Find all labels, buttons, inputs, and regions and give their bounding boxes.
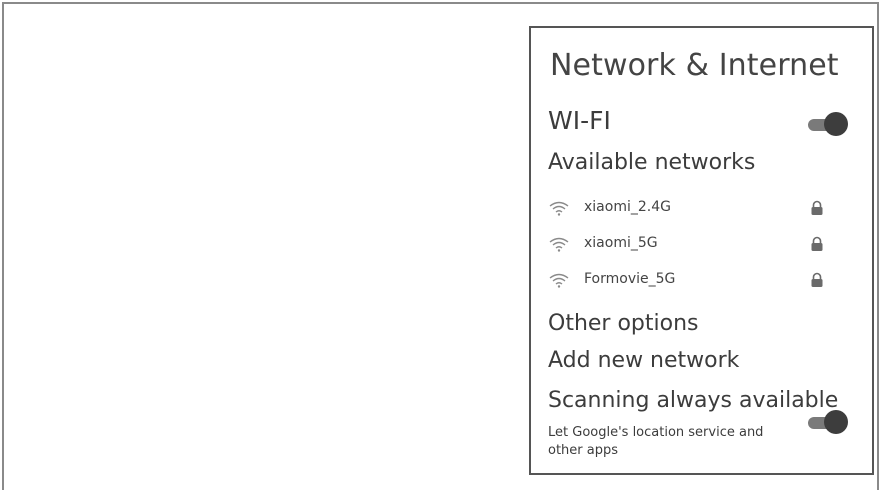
lock-icon (811, 236, 823, 251)
network-item-formovie-5g[interactable]: Formovie_5G (548, 270, 828, 292)
wifi-icon (549, 237, 569, 252)
network-item-xiaomi-2.4g[interactable]: xiaomi_2.4G (548, 198, 828, 220)
network-name: xiaomi_5G (584, 235, 658, 251)
panel-title: Network & Internet (550, 48, 839, 83)
wifi-label: WI-FI (548, 106, 611, 135)
network-settings-panel: Network & Internet WI-FI Available netwo… (529, 26, 874, 475)
wifi-icon (549, 201, 569, 216)
lock-icon (811, 200, 823, 215)
wifi-toggle[interactable] (808, 112, 848, 138)
wifi-icon (549, 273, 569, 288)
network-item-xiaomi-5g[interactable]: xiaomi_5G (548, 234, 828, 256)
network-name: xiaomi_2.4G (584, 199, 671, 215)
scanning-always-available-label: Scanning always available (548, 388, 839, 413)
toggle-knob (824, 410, 848, 434)
other-options-label: Other options (548, 311, 699, 336)
add-new-network-button[interactable]: Add new network (548, 348, 739, 373)
available-networks-label: Available networks (548, 150, 756, 175)
toggle-knob (824, 112, 848, 136)
scanning-description: Let Google's location service and other … (548, 425, 764, 458)
scanning-toggle[interactable] (808, 410, 848, 436)
lock-icon (811, 272, 823, 287)
network-name: Formovie_5G (584, 271, 676, 287)
